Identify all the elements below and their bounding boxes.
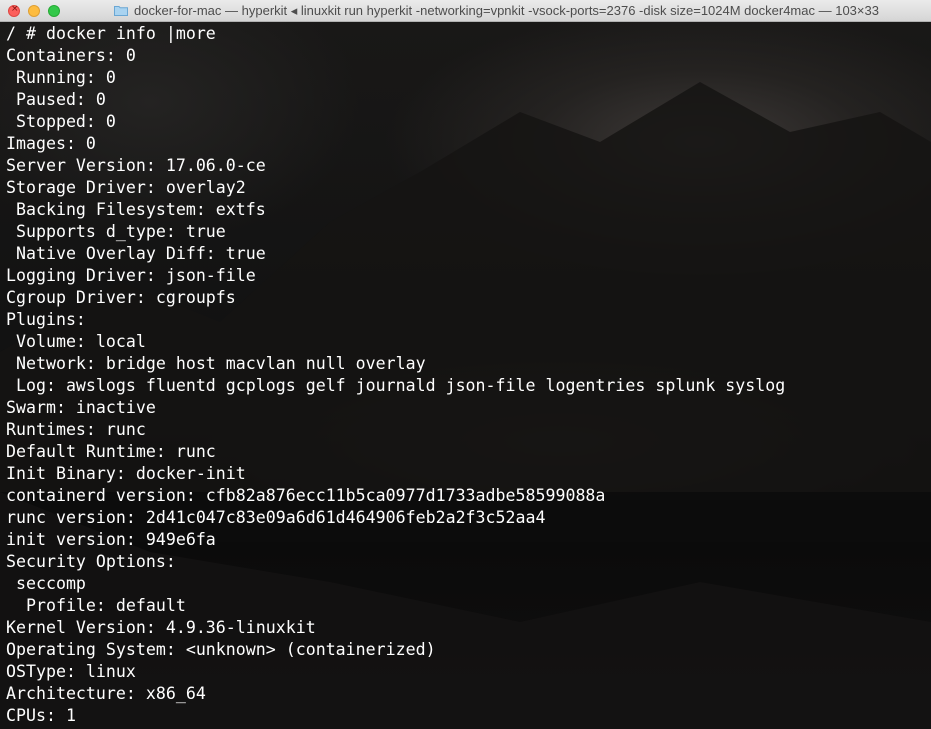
terminal-line: Logging Driver: json-file bbox=[6, 266, 256, 285]
terminal-line: OSType: linux bbox=[6, 662, 136, 681]
terminal-line: Storage Driver: overlay2 bbox=[6, 178, 246, 197]
terminal-line: init version: 949e6fa bbox=[6, 530, 216, 549]
terminal-line: Plugins: bbox=[6, 310, 86, 329]
terminal-line: Server Version: 17.06.0-ce bbox=[6, 156, 266, 175]
terminal-line: Native Overlay Diff: true bbox=[6, 244, 266, 263]
terminal-line: Architecture: x86_64 bbox=[6, 684, 206, 703]
folder-icon bbox=[114, 6, 128, 16]
terminal-line: Init Binary: docker-init bbox=[6, 464, 246, 483]
close-icon: × bbox=[11, 4, 19, 14]
terminal-line: Volume: local bbox=[6, 332, 146, 351]
terminal-line: Supports d_type: true bbox=[6, 222, 226, 241]
terminal-line: Paused: 0 bbox=[6, 90, 106, 109]
terminal-line: / # docker info |more bbox=[6, 24, 216, 43]
terminal-line: Log: awslogs fluentd gcplogs gelf journa… bbox=[6, 376, 786, 395]
terminal-line: Images: 0 bbox=[6, 134, 96, 153]
terminal-line: containerd version: cfb82a876ecc11b5ca09… bbox=[6, 486, 606, 505]
terminal-line: Backing Filesystem: extfs bbox=[6, 200, 266, 219]
terminal-output[interactable]: / # docker info |more Containers: 0 Runni… bbox=[0, 22, 931, 729]
terminal-line: Running: 0 bbox=[6, 68, 116, 87]
terminal-line: Profile: default bbox=[6, 596, 186, 615]
terminal-line: Kernel Version: 4.9.36-linuxkit bbox=[6, 618, 316, 637]
terminal-line: Cgroup Driver: cgroupfs bbox=[6, 288, 236, 307]
terminal-line: Network: bridge host macvlan null overla… bbox=[6, 354, 426, 373]
terminal-line: runc version: 2d41c047c83e09a6d61d464906… bbox=[6, 508, 546, 527]
terminal-line: CPUs: 1 bbox=[6, 706, 76, 725]
title-bar[interactable]: × docker-for-mac — hyperkit ◂ linuxkit r… bbox=[0, 0, 931, 22]
terminal-window: × docker-for-mac — hyperkit ◂ linuxkit r… bbox=[0, 0, 931, 729]
terminal-line: seccomp bbox=[6, 574, 86, 593]
terminal-line: Swarm: inactive bbox=[6, 398, 156, 417]
close-button[interactable]: × bbox=[8, 4, 20, 17]
zoom-button[interactable] bbox=[48, 5, 60, 17]
terminal-line: Security Options: bbox=[6, 552, 176, 571]
window-title: docker-for-mac — hyperkit ◂ linuxkit run… bbox=[134, 3, 879, 18]
minimize-button[interactable] bbox=[28, 5, 40, 17]
terminal-line: Operating System: <unknown> (containeriz… bbox=[6, 640, 436, 659]
terminal-line: Containers: 0 bbox=[6, 46, 136, 65]
terminal-line: Default Runtime: runc bbox=[6, 442, 216, 461]
terminal-line: Runtimes: runc bbox=[6, 420, 146, 439]
terminal-line: Stopped: 0 bbox=[6, 112, 116, 131]
